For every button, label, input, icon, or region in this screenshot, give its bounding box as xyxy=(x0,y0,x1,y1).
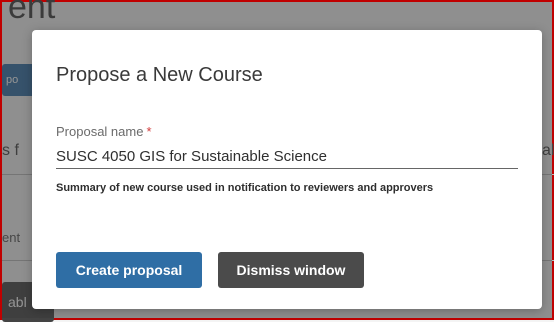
dialog-title: Propose a New Course xyxy=(56,64,263,86)
create-proposal-button[interactable]: Create proposal xyxy=(56,252,202,288)
proposal-name-label: Proposal name * xyxy=(56,124,152,139)
propose-course-dialog: Propose a New Course Proposal name* Summ… xyxy=(32,30,542,309)
dismiss-window-button[interactable]: Dismiss window xyxy=(218,252,364,288)
proposal-name-label-text: Proposal name xyxy=(56,124,144,139)
proposal-name-help-text: Summary of new course used in notificati… xyxy=(56,182,434,194)
proposal-name-input[interactable] xyxy=(56,144,518,169)
required-indicator: * xyxy=(146,124,152,139)
